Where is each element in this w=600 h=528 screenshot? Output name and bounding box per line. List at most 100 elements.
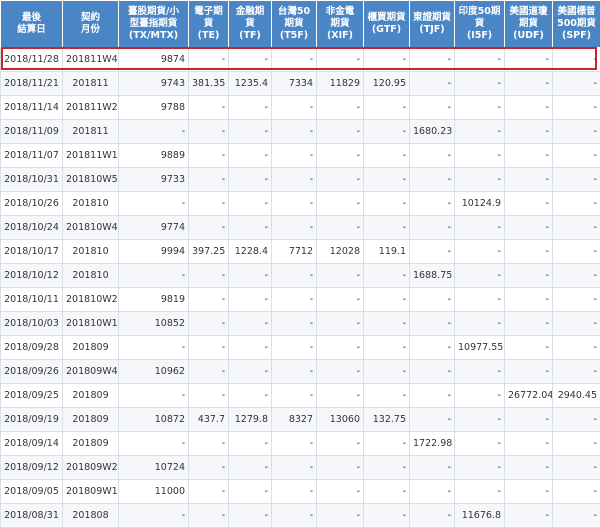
table-cell: -: [272, 480, 317, 504]
table-cell: -: [455, 288, 505, 312]
table-cell: -: [505, 120, 553, 144]
table-cell: -: [317, 264, 364, 288]
table-cell: 11829: [317, 72, 364, 96]
table-row: 2018/11/212018119743381.351235.473341182…: [1, 72, 600, 96]
table-row: 2018/10/172018109994397.251228.477121202…: [1, 240, 600, 264]
table-cell: -: [553, 336, 600, 360]
table-cell: 2018/09/19: [1, 408, 63, 432]
table-cell: 8327: [272, 408, 317, 432]
column-header-text: 型臺指期貨: [120, 18, 187, 30]
table-cell: -: [364, 432, 410, 456]
table-cell: -: [229, 216, 272, 240]
column-header: 台灣50期貨(T5F): [272, 1, 317, 48]
table-cell: 2018/10/12: [1, 264, 63, 288]
table-cell: -: [364, 288, 410, 312]
table-cell: -: [455, 384, 505, 408]
table-cell: -: [272, 120, 317, 144]
table-cell: 201808: [63, 504, 119, 528]
table-cell: -: [272, 216, 317, 240]
table-row: 2018/10/03201810W110852---------: [1, 312, 600, 336]
table-cell: 201809: [63, 384, 119, 408]
table-cell: -: [505, 456, 553, 480]
column-header: 非金電期貨(XIF): [317, 1, 364, 48]
table-cell: -: [364, 504, 410, 528]
table-cell: -: [505, 72, 553, 96]
table-cell: -: [505, 48, 553, 72]
table-cell: 2018/09/14: [1, 432, 63, 456]
table-cell: -: [364, 384, 410, 408]
table-cell: -: [505, 264, 553, 288]
table-cell: -: [229, 504, 272, 528]
table-cell: -: [272, 312, 317, 336]
table-cell: 201811: [63, 72, 119, 96]
table-cell: -: [189, 216, 229, 240]
table-cell: 201811W1: [63, 144, 119, 168]
table-cell: -: [553, 288, 600, 312]
table-cell: -: [317, 336, 364, 360]
table-cell: 9819: [119, 288, 189, 312]
table-cell: -: [317, 312, 364, 336]
table-cell: 119.1: [364, 240, 410, 264]
table-cell: -: [410, 144, 455, 168]
table-cell: -: [410, 48, 455, 72]
table-cell: -: [410, 96, 455, 120]
table-cell: -: [364, 264, 410, 288]
column-header-text: (TE): [190, 30, 227, 42]
table-cell: -: [317, 48, 364, 72]
table-body: 2018/11/28201811W49874---------2018/11/2…: [1, 48, 600, 528]
table-cell: -: [505, 336, 553, 360]
table-cell: -: [553, 120, 600, 144]
column-header-text: 結算日: [2, 24, 61, 36]
table-cell: -: [553, 480, 600, 504]
table-cell: -: [229, 264, 272, 288]
column-header-text: 月份: [64, 24, 117, 36]
table-cell: -: [410, 192, 455, 216]
table-cell: -: [229, 384, 272, 408]
table-cell: 9994: [119, 240, 189, 264]
table-cell: 9889: [119, 144, 189, 168]
table-cell: 2940.45: [553, 384, 600, 408]
table-cell: -: [317, 168, 364, 192]
table-cell: -: [505, 480, 553, 504]
table-cell: 201811W4: [63, 48, 119, 72]
table-cell: 26772.04: [505, 384, 553, 408]
table-cell: -: [410, 336, 455, 360]
table-cell: 9733: [119, 168, 189, 192]
table-cell: -: [364, 168, 410, 192]
column-header-text: 最後: [2, 12, 61, 24]
table-cell: -: [317, 192, 364, 216]
table-cell: 2018/09/28: [1, 336, 63, 360]
table-header-row: 最後結算日契約月份臺股期貨/小型臺指期貨(TX/MTX)電子期貨(TE)金融期貨…: [1, 1, 600, 48]
table-cell: -: [455, 432, 505, 456]
column-header-text: 契約: [64, 12, 117, 24]
column-header-text: 貨: [190, 18, 227, 30]
table-cell: -: [189, 504, 229, 528]
column-header-text: 印度50期: [456, 6, 503, 18]
table-cell: -: [410, 72, 455, 96]
table-cell: -: [272, 288, 317, 312]
table-cell: -: [119, 192, 189, 216]
table-cell: -: [505, 192, 553, 216]
table-cell: -: [364, 144, 410, 168]
table-cell: -: [553, 456, 600, 480]
column-header: 契約月份: [63, 1, 119, 48]
table-cell: 201810: [63, 192, 119, 216]
column-header-text: 金融期: [230, 6, 270, 18]
table-cell: -: [505, 360, 553, 384]
column-header-text: 非金電: [318, 6, 362, 18]
table-cell: -: [410, 480, 455, 504]
table-cell: -: [317, 120, 364, 144]
table-row: 2018/11/09201811------1680.23---: [1, 120, 600, 144]
table-cell: -: [410, 312, 455, 336]
table-cell: -: [272, 144, 317, 168]
table-cell: -: [455, 216, 505, 240]
table-cell: -: [364, 336, 410, 360]
table-cell: 1688.75: [410, 264, 455, 288]
table-cell: -: [189, 168, 229, 192]
table-row: 2018/09/1920180910872437.71279.883271306…: [1, 408, 600, 432]
table-cell: 381.35: [189, 72, 229, 96]
table-cell: 201810W5: [63, 168, 119, 192]
table-cell: -: [189, 48, 229, 72]
table-cell: 1235.4: [229, 72, 272, 96]
settlement-price-table: 最後結算日契約月份臺股期貨/小型臺指期貨(TX/MTX)電子期貨(TE)金融期貨…: [0, 0, 600, 528]
